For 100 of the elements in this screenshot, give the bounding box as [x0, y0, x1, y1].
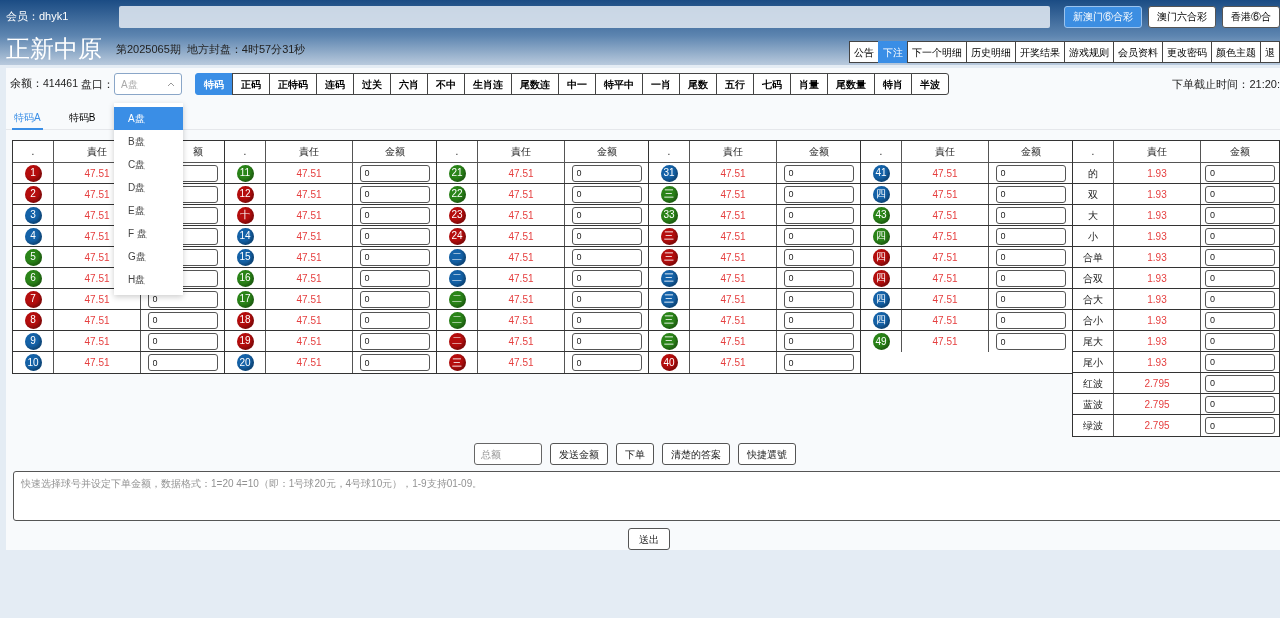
dropdown-option[interactable]: C盘 — [114, 153, 184, 176]
amount-field[interactable]: 0 — [359, 290, 430, 308]
amount-field[interactable]: 0 — [995, 248, 1066, 266]
amount-field[interactable]: 0 — [1205, 311, 1275, 329]
game-tab[interactable]: 生肖连 — [464, 73, 513, 95]
amount-field[interactable]: 0 — [995, 185, 1066, 203]
nav-tab[interactable]: 退 — [1260, 41, 1280, 63]
action-button[interactable]: 快捷選號 — [738, 443, 796, 465]
amount-field[interactable]: 0 — [783, 311, 854, 329]
submit-button[interactable]: 送出 — [628, 528, 670, 550]
lottery-tab[interactable]: 香港⑥合 — [1222, 5, 1280, 28]
game-tab[interactable]: 特肖 — [874, 73, 913, 95]
game-tab[interactable]: 连码 — [316, 73, 355, 95]
dropdown-option[interactable]: B盘 — [114, 130, 184, 153]
odds-value: 47.51 — [296, 250, 322, 265]
game-tab[interactable]: 中一 — [558, 73, 597, 95]
amount-field[interactable]: 0 — [147, 354, 218, 371]
game-tab[interactable]: 特平中 — [595, 73, 644, 95]
amount-field[interactable]: 0 — [571, 206, 642, 224]
amount-field[interactable]: 0 — [1205, 206, 1275, 224]
nav-tab[interactable]: 公告 — [849, 41, 879, 63]
game-tab[interactable]: 尾数连 — [511, 73, 560, 95]
amount-field[interactable]: 0 — [1205, 248, 1275, 266]
action-button[interactable]: 发送金额 — [550, 443, 608, 465]
amount-field[interactable]: 0 — [995, 206, 1066, 224]
amount-field[interactable]: 0 — [571, 185, 642, 203]
nav-tab[interactable]: 历史明细 — [966, 41, 1016, 63]
game-tab[interactable]: 六肖 — [390, 73, 429, 95]
amount-field[interactable]: 0 — [995, 290, 1066, 308]
amount-field[interactable]: 0 — [1205, 353, 1275, 371]
amount-field[interactable]: 0 — [571, 290, 642, 308]
game-tab[interactable]: 七码 — [753, 73, 792, 95]
amount-field[interactable]: 0 — [359, 332, 430, 350]
quick-input-field[interactable]: 快速选择球号并设定下单金额，数据格式：1=20 4=10（即：1号球20元，4号球10元），1-9支持01-09。 — [13, 471, 1280, 521]
game-tab[interactable]: 正特码 — [269, 73, 318, 95]
amount-field[interactable]: 0 — [359, 248, 430, 266]
amount-field[interactable]: 0 — [571, 248, 642, 266]
nav-tab[interactable]: 颜色主题 — [1211, 41, 1261, 63]
sub-tab[interactable]: 特码B — [66, 106, 98, 130]
nav-tab[interactable]: 下一个明细 — [907, 41, 967, 63]
game-tab[interactable]: 尾数 — [679, 73, 718, 95]
amount-field[interactable]: 0 — [783, 290, 854, 308]
action-button[interactable]: 清楚的答案 — [662, 443, 730, 465]
game-tab[interactable]: 肖量 — [790, 73, 829, 95]
nav-tab[interactable]: 会员资料 — [1113, 41, 1163, 63]
amount-field[interactable]: 0 — [783, 227, 854, 245]
dropdown-option[interactable]: E盘 — [114, 199, 184, 222]
game-tab[interactable]: 一肖 — [642, 73, 681, 95]
amount-field[interactable]: 0 — [995, 269, 1066, 287]
amount-field[interactable]: 0 — [1205, 227, 1275, 245]
game-tab[interactable]: 过关 — [353, 73, 392, 95]
amount-field[interactable]: 0 — [1205, 417, 1275, 434]
amount-field[interactable]: 0 — [783, 269, 854, 287]
nav-tab[interactable]: 游戏规则 — [1064, 41, 1114, 63]
action-button[interactable]: 下单 — [616, 443, 654, 465]
amount-field[interactable]: 0 — [571, 269, 642, 287]
amount-field[interactable]: 0 — [1205, 185, 1275, 203]
amount-field[interactable]: 0 — [783, 354, 854, 371]
amount-field[interactable]: 0 — [1205, 164, 1275, 182]
dropdown-option[interactable]: G盘 — [114, 245, 184, 268]
game-tab[interactable]: 正码 — [232, 73, 271, 95]
total-amount-field[interactable]: 总额 — [474, 443, 542, 465]
amount-field[interactable]: 0 — [359, 354, 430, 371]
amount-field[interactable]: 0 — [359, 269, 430, 287]
amount-field[interactable]: 0 — [1205, 269, 1275, 287]
amount-field[interactable]: 0 — [571, 311, 642, 329]
amount-field[interactable]: 0 — [995, 164, 1066, 182]
amount-field[interactable]: 0 — [783, 248, 854, 266]
nav-tab[interactable]: 更改密码 — [1162, 41, 1212, 63]
amount-field[interactable]: 0 — [571, 332, 642, 350]
amount-field[interactable]: 0 — [783, 332, 854, 350]
nav-tab[interactable]: 开奖结果 — [1015, 41, 1065, 63]
amount-field[interactable]: 0 — [783, 206, 854, 224]
amount-field[interactable]: 0 — [571, 164, 642, 182]
lottery-tab[interactable]: 澳门六合彩 — [1148, 5, 1216, 28]
amount-field[interactable]: 0 — [359, 206, 430, 224]
amount-field[interactable]: 0 — [571, 354, 642, 371]
amount-field[interactable]: 0 — [359, 164, 430, 182]
amount-field[interactable]: 0 — [359, 227, 430, 245]
game-tab[interactable]: 不中 — [427, 73, 466, 95]
amount-field[interactable]: 0 — [571, 227, 642, 245]
amount-field[interactable]: 0 — [147, 311, 218, 329]
dropdown-option[interactable]: D盘 — [114, 176, 184, 199]
dropdown-option[interactable]: F 盘 — [114, 222, 184, 245]
amount-field[interactable]: 0 — [1205, 332, 1275, 350]
amount-field[interactable]: 0 — [783, 185, 854, 203]
amount-field[interactable]: 0 — [783, 164, 854, 182]
amount-field[interactable]: 0 — [359, 185, 430, 203]
amount-field[interactable]: 0 — [995, 227, 1066, 245]
amount-field[interactable]: 0 — [1205, 395, 1275, 413]
amount-field[interactable]: 0 — [1205, 374, 1275, 392]
amount-field[interactable]: 0 — [359, 311, 430, 329]
dropdown-option[interactable]: H盘 — [114, 268, 184, 291]
amount-field[interactable]: 0 — [1205, 290, 1275, 308]
game-tab[interactable]: 五行 — [716, 73, 755, 95]
game-tab[interactable]: 半波 — [911, 73, 950, 95]
amount-field[interactable]: 0 — [995, 333, 1066, 350]
amount-field[interactable]: 0 — [995, 311, 1066, 329]
game-tab[interactable]: 尾数量 — [827, 73, 876, 95]
amount-field[interactable]: 0 — [147, 332, 218, 350]
